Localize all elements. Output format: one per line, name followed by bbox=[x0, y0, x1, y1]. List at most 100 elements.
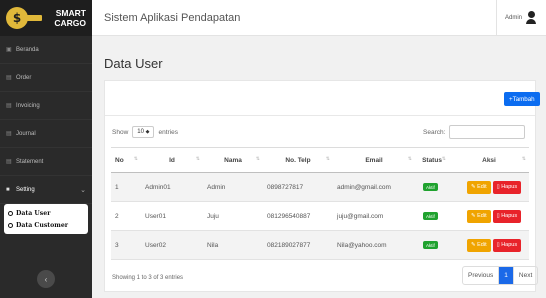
edit-label: Edit bbox=[477, 184, 487, 190]
table-header-row: No ⇅ Id ⇅ Nama ⇅ No. Telp ⇅ Email ⇅ Status ⇅ A… bbox=[111, 147, 529, 173]
column-header-email[interactable]: Email ⇅ bbox=[333, 147, 415, 173]
submenu-item-label: Data User bbox=[16, 209, 51, 217]
sidebar-item-beranda[interactable]: ▣ Beranda bbox=[0, 36, 92, 64]
status-badge: Aktif bbox=[423, 212, 438, 220]
sidebar-item-statement[interactable]: ▤ Statement bbox=[0, 148, 92, 176]
home-icon: ▣ bbox=[6, 46, 12, 53]
column-header-aksi[interactable]: Aksi ⇅ bbox=[449, 147, 529, 173]
user-menu[interactable]: Admin bbox=[495, 0, 546, 36]
cell-no: 3 bbox=[111, 230, 141, 260]
user-icon bbox=[526, 11, 536, 24]
sidebar-item-invoicing[interactable]: ▤ Invoicing bbox=[0, 92, 92, 120]
brand[interactable]: $ SMART CARGO bbox=[0, 0, 92, 36]
trash-icon: ▯ bbox=[496, 213, 500, 219]
cell-email: juju@gmail.com bbox=[333, 201, 415, 231]
delete-button[interactable]: ▯ Hapus bbox=[492, 238, 522, 252]
edit-button[interactable]: ✎ Edit bbox=[467, 238, 491, 252]
cell-status: Aktif bbox=[415, 201, 449, 231]
show-label: Show bbox=[112, 128, 129, 136]
sidebar-item-label: Beranda bbox=[16, 46, 39, 53]
sidebar-item-setting[interactable]: ■ Setting ⌄ bbox=[0, 176, 92, 204]
table-row: 1 Admin01 Admin 0898727817 admin@gmail.c… bbox=[111, 172, 529, 202]
app-title: Sistem Aplikasi Pendapatan bbox=[104, 11, 241, 24]
sidebar-item-order[interactable]: ▤ Order bbox=[0, 64, 92, 92]
next-button[interactable]: Next bbox=[512, 267, 537, 284]
brand-line-1: SMART bbox=[55, 8, 86, 18]
brand-name: SMART CARGO bbox=[54, 8, 86, 28]
cell-status: Aktif bbox=[415, 230, 449, 260]
delete-label: Hapus bbox=[501, 184, 518, 190]
sidebar-item-label: Statement bbox=[16, 158, 44, 165]
logo-mark bbox=[26, 15, 42, 21]
divider bbox=[105, 115, 535, 116]
order-icon: ▤ bbox=[6, 74, 12, 81]
edit-icon: ✎ bbox=[471, 184, 476, 190]
table-row: 2 User01 Juju 081296540887 juju@gmail.co… bbox=[111, 201, 529, 231]
table-info: Showing 1 to 3 of 3 entries bbox=[112, 275, 184, 281]
column-header-label: No. Telp bbox=[285, 156, 311, 164]
column-header-label: No bbox=[115, 156, 124, 164]
status-badge: Aktif bbox=[423, 183, 438, 191]
sort-icon: ⇅ bbox=[521, 156, 526, 162]
column-header-label: Id bbox=[169, 156, 175, 164]
page-button-current[interactable]: 1 bbox=[499, 267, 513, 284]
sidebar: $ SMART CARGO ▣ Beranda ▤ Order ▤ Invoicing… bbox=[0, 0, 92, 298]
column-header-nama[interactable]: Nama ⇅ bbox=[203, 147, 263, 173]
setting-submenu: Data User Data Customer bbox=[4, 204, 88, 234]
column-header-status[interactable]: Status ⇅ bbox=[415, 147, 449, 173]
cell-aksi: ✎ Edit ▯ Hapus bbox=[449, 230, 529, 260]
cell-nama: Admin bbox=[203, 172, 263, 202]
logo-icon: $ bbox=[6, 7, 28, 29]
edit-button[interactable]: ✎ Edit bbox=[467, 180, 491, 194]
delete-label: Hapus bbox=[501, 213, 518, 219]
page-title: Data User bbox=[104, 56, 163, 71]
table-row: 3 User02 Nila 082189027877 Nila@yahoo.co… bbox=[111, 230, 529, 260]
edit-icon: ✎ bbox=[471, 242, 476, 248]
search-label: Search: bbox=[423, 128, 446, 136]
sort-icon: ⇅ bbox=[407, 156, 412, 162]
cell-email: admin@gmail.com bbox=[333, 172, 415, 202]
status-badge: Aktif bbox=[423, 241, 438, 249]
column-header-label: Nama bbox=[224, 156, 242, 164]
topbar: Sistem Aplikasi Pendapatan Admin bbox=[92, 0, 546, 36]
delete-button[interactable]: ▯ Hapus bbox=[492, 209, 522, 223]
column-header-id[interactable]: Id ⇅ bbox=[141, 147, 203, 173]
sidebar-item-journal[interactable]: ▤ Journal bbox=[0, 120, 92, 148]
brand-line-2: CARGO bbox=[54, 18, 86, 28]
cell-id: User01 bbox=[141, 201, 203, 231]
journal-icon: ▤ bbox=[6, 130, 12, 137]
delete-label: Hapus bbox=[501, 242, 518, 248]
add-button[interactable]: +Tambah bbox=[504, 92, 540, 106]
delete-button[interactable]: ▯ Hapus bbox=[492, 180, 522, 194]
data-card: +Tambah Show 10 ◆ entries Search: No ⇅ Id… bbox=[104, 80, 540, 292]
cell-id: Admin01 bbox=[141, 172, 203, 202]
search-input[interactable] bbox=[449, 125, 526, 139]
page-length-control: Show 10 ◆ entries bbox=[112, 126, 178, 138]
user-table: No ⇅ Id ⇅ Nama ⇅ No. Telp ⇅ Email ⇅ Status ⇅ A… bbox=[111, 147, 529, 260]
entries-select[interactable]: 10 ◆ bbox=[132, 126, 155, 138]
statement-icon: ▤ bbox=[6, 158, 12, 165]
submenu-item-data-user[interactable]: Data User bbox=[8, 207, 84, 219]
column-header-no[interactable]: No ⇅ bbox=[111, 147, 141, 173]
invoice-icon: ▤ bbox=[6, 102, 12, 109]
trash-icon: ▯ bbox=[496, 242, 500, 248]
column-header-telp[interactable]: No. Telp ⇅ bbox=[263, 147, 333, 173]
cell-telp: 082189027877 bbox=[263, 230, 333, 260]
entries-value: 10 bbox=[137, 129, 144, 135]
cell-status: Aktif bbox=[415, 172, 449, 202]
submenu-item-data-customer[interactable]: Data Customer bbox=[8, 219, 84, 231]
edit-label: Edit bbox=[477, 213, 487, 219]
sort-icon: ⇅ bbox=[441, 156, 446, 162]
circle-icon bbox=[8, 222, 13, 228]
folder-icon: ■ bbox=[6, 186, 10, 193]
edit-label: Edit bbox=[477, 242, 487, 248]
sidebar-item-label: Invoicing bbox=[16, 102, 40, 109]
column-header-label: Email bbox=[365, 156, 383, 164]
sidebar-nav: ▣ Beranda ▤ Order ▤ Invoicing ▤ Journal ▤ Sta… bbox=[0, 36, 92, 204]
previous-button[interactable]: Previous bbox=[463, 267, 500, 284]
edit-button[interactable]: ✎ Edit bbox=[467, 209, 491, 223]
entries-label: entries bbox=[158, 128, 178, 136]
user-name: Admin bbox=[504, 14, 522, 21]
chevron-down-icon: ⌄ bbox=[80, 186, 86, 194]
sidebar-toggle-button[interactable]: ‹ bbox=[37, 270, 55, 288]
